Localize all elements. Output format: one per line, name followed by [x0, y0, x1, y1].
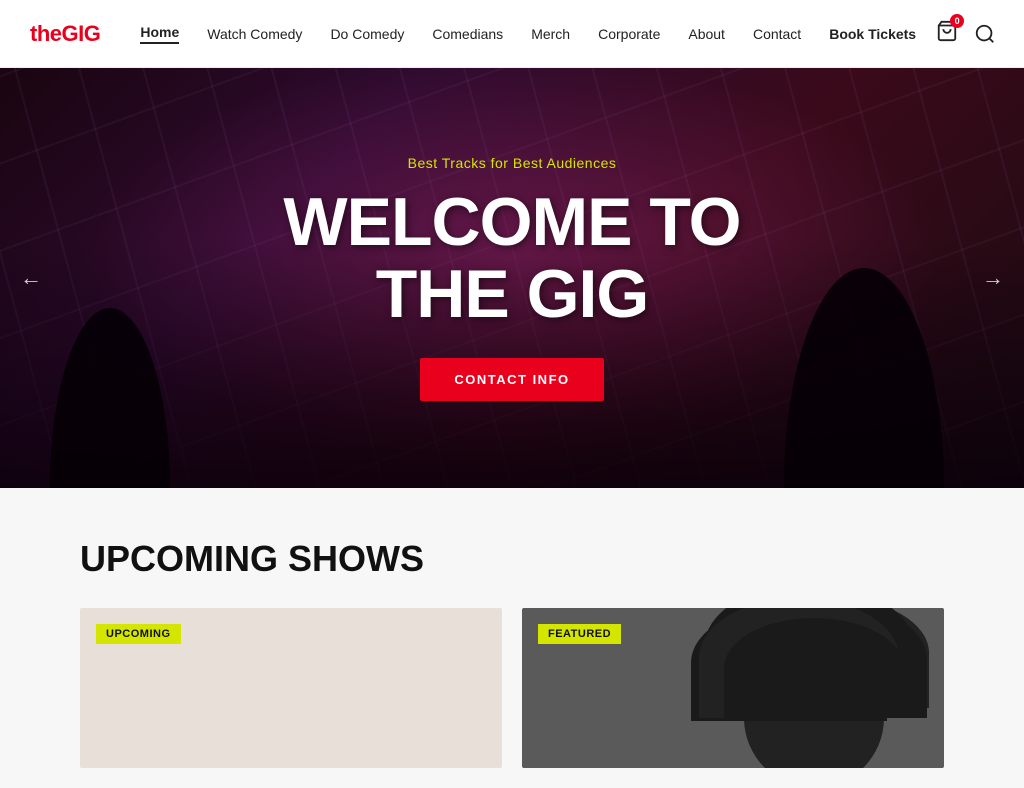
show-card-upcoming[interactable]: UPCOMING — [80, 608, 502, 768]
upcoming-shows-title: UPCOMING SHOWS — [80, 538, 944, 580]
search-icon — [974, 23, 996, 45]
nav-corporate[interactable]: Corporate — [598, 26, 660, 42]
nav-do-comedy[interactable]: Do Comedy — [330, 26, 404, 42]
header-icons: 0 — [936, 20, 996, 47]
hero-title: WELCOME TO THE GIG — [283, 187, 740, 330]
nav-watch-comedy[interactable]: Watch Comedy — [207, 26, 302, 42]
main-nav: Home Watch Comedy Do Comedy Comedians Me… — [140, 24, 916, 44]
nav-about[interactable]: About — [688, 26, 725, 42]
cart-button[interactable]: 0 — [936, 20, 958, 47]
book-tickets-button[interactable]: Book Tickets — [829, 26, 916, 42]
header: theGIG Home Watch Comedy Do Comedy Comed… — [0, 0, 1024, 68]
hero-subtitle: Best Tracks for Best Audiences — [408, 155, 617, 171]
shows-grid: UPCOMING FEATURED — [80, 608, 944, 768]
hero-cta-button[interactable]: CONTACT INFO — [420, 358, 603, 401]
hero-title-line1: WELCOME TO — [283, 184, 740, 260]
nav-comedians[interactable]: Comedians — [432, 26, 503, 42]
hero-prev-button[interactable]: ← — [20, 265, 42, 291]
logo-prefix: the — [30, 21, 62, 46]
nav-merch[interactable]: Merch — [531, 26, 570, 42]
nav-home[interactable]: Home — [140, 24, 179, 44]
show-badge-upcoming: UPCOMING — [96, 624, 181, 644]
hero-next-button[interactable]: → — [982, 265, 1004, 291]
hero-content: Best Tracks for Best Audiences WELCOME T… — [0, 68, 1024, 488]
cart-badge: 0 — [950, 14, 964, 28]
upcoming-shows-section: UPCOMING SHOWS UPCOMING FEATURED — [0, 488, 1024, 788]
site-logo[interactable]: theGIG — [30, 21, 100, 47]
hero-section: Best Tracks for Best Audiences WELCOME T… — [0, 68, 1024, 488]
hero-title-line2: THE GIG — [376, 256, 649, 332]
nav-contact[interactable]: Contact — [753, 26, 801, 42]
show-card-featured[interactable]: FEATURED — [522, 608, 944, 768]
logo-highlight: GIG — [62, 21, 101, 46]
show-badge-featured: FEATURED — [538, 624, 621, 644]
comedian-silhouette — [744, 648, 884, 768]
search-button[interactable] — [974, 23, 996, 45]
